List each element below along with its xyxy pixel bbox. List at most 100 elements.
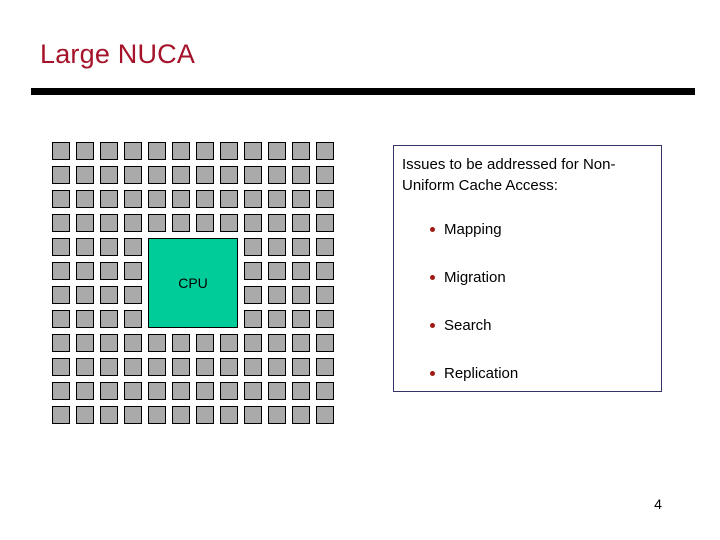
cache-bank — [100, 382, 118, 400]
cache-bank — [52, 358, 70, 376]
cache-bank — [292, 334, 310, 352]
issue-list-item: Search — [430, 318, 654, 366]
cache-bank — [316, 214, 334, 232]
bullet-icon — [430, 371, 435, 376]
cache-bank — [76, 406, 94, 424]
issue-label: Replication — [444, 365, 519, 382]
cache-bank — [148, 214, 166, 232]
cache-bank — [244, 358, 262, 376]
cache-bank — [124, 190, 142, 208]
cache-bank — [316, 142, 334, 160]
cache-bank — [100, 142, 118, 160]
cache-bank — [124, 310, 142, 328]
cache-bank — [100, 166, 118, 184]
cache-bank — [316, 286, 334, 304]
cache-bank — [244, 166, 262, 184]
cache-bank — [124, 334, 142, 352]
bullet-icon — [430, 227, 435, 232]
cache-bank — [100, 238, 118, 256]
cache-bank — [76, 382, 94, 400]
cache-bank — [172, 382, 190, 400]
cache-bank — [268, 214, 286, 232]
cache-bank — [244, 214, 262, 232]
cache-bank — [292, 382, 310, 400]
cache-bank — [220, 214, 238, 232]
cache-bank — [100, 286, 118, 304]
cache-bank — [244, 190, 262, 208]
issue-list-item: Migration — [430, 270, 654, 318]
cache-bank — [52, 382, 70, 400]
cache-bank — [196, 334, 214, 352]
cache-bank — [172, 166, 190, 184]
cache-bank — [220, 406, 238, 424]
cache-bank — [172, 406, 190, 424]
cache-bank — [292, 166, 310, 184]
cache-bank — [316, 406, 334, 424]
cache-bank — [76, 262, 94, 280]
cache-bank — [292, 406, 310, 424]
cache-bank — [148, 334, 166, 352]
cache-bank — [268, 382, 286, 400]
cache-bank — [316, 310, 334, 328]
page-number: 4 — [654, 496, 662, 512]
cache-bank — [148, 142, 166, 160]
cache-bank — [220, 382, 238, 400]
cache-bank — [268, 286, 286, 304]
cache-bank — [220, 190, 238, 208]
cache-bank — [196, 382, 214, 400]
cache-bank — [52, 262, 70, 280]
cache-bank — [292, 358, 310, 376]
cache-bank — [124, 382, 142, 400]
cache-bank — [244, 406, 262, 424]
cache-bank — [196, 142, 214, 160]
cache-bank — [316, 382, 334, 400]
cache-bank — [292, 286, 310, 304]
cache-bank — [196, 166, 214, 184]
cache-bank — [292, 238, 310, 256]
cache-bank — [52, 142, 70, 160]
cache-bank — [244, 238, 262, 256]
cache-bank — [124, 166, 142, 184]
cache-bank — [76, 238, 94, 256]
cache-bank — [220, 166, 238, 184]
cache-bank — [76, 358, 94, 376]
issue-label: Search — [444, 317, 492, 334]
cache-bank — [76, 310, 94, 328]
cache-bank — [244, 286, 262, 304]
issue-list-item: Mapping — [430, 222, 654, 270]
title-divider — [31, 88, 695, 95]
cache-bank — [124, 238, 142, 256]
issues-callout-box: Issues to be addressed for Non-Uniform C… — [393, 145, 662, 392]
cache-bank — [124, 286, 142, 304]
cache-bank — [268, 262, 286, 280]
cache-bank — [220, 142, 238, 160]
cache-bank — [52, 214, 70, 232]
cache-bank — [244, 262, 262, 280]
cache-bank — [100, 262, 118, 280]
cache-bank — [172, 358, 190, 376]
cache-bank — [244, 382, 262, 400]
cache-bank — [52, 406, 70, 424]
cache-bank — [52, 310, 70, 328]
issue-label: Mapping — [444, 221, 502, 238]
cache-bank — [76, 286, 94, 304]
cache-bank — [196, 358, 214, 376]
cache-bank — [316, 190, 334, 208]
cache-bank — [100, 190, 118, 208]
cache-bank — [124, 406, 142, 424]
cache-bank — [52, 238, 70, 256]
cache-bank — [292, 310, 310, 328]
cache-bank — [292, 142, 310, 160]
bullet-icon — [430, 323, 435, 328]
cache-bank — [52, 190, 70, 208]
page-title: Large NUCA — [40, 39, 196, 69]
cache-bank — [196, 190, 214, 208]
cache-bank — [172, 334, 190, 352]
cache-bank — [148, 166, 166, 184]
cache-bank — [52, 166, 70, 184]
cache-bank — [244, 142, 262, 160]
cache-bank — [124, 262, 142, 280]
cache-bank — [268, 166, 286, 184]
cache-bank — [220, 358, 238, 376]
cache-bank — [268, 310, 286, 328]
